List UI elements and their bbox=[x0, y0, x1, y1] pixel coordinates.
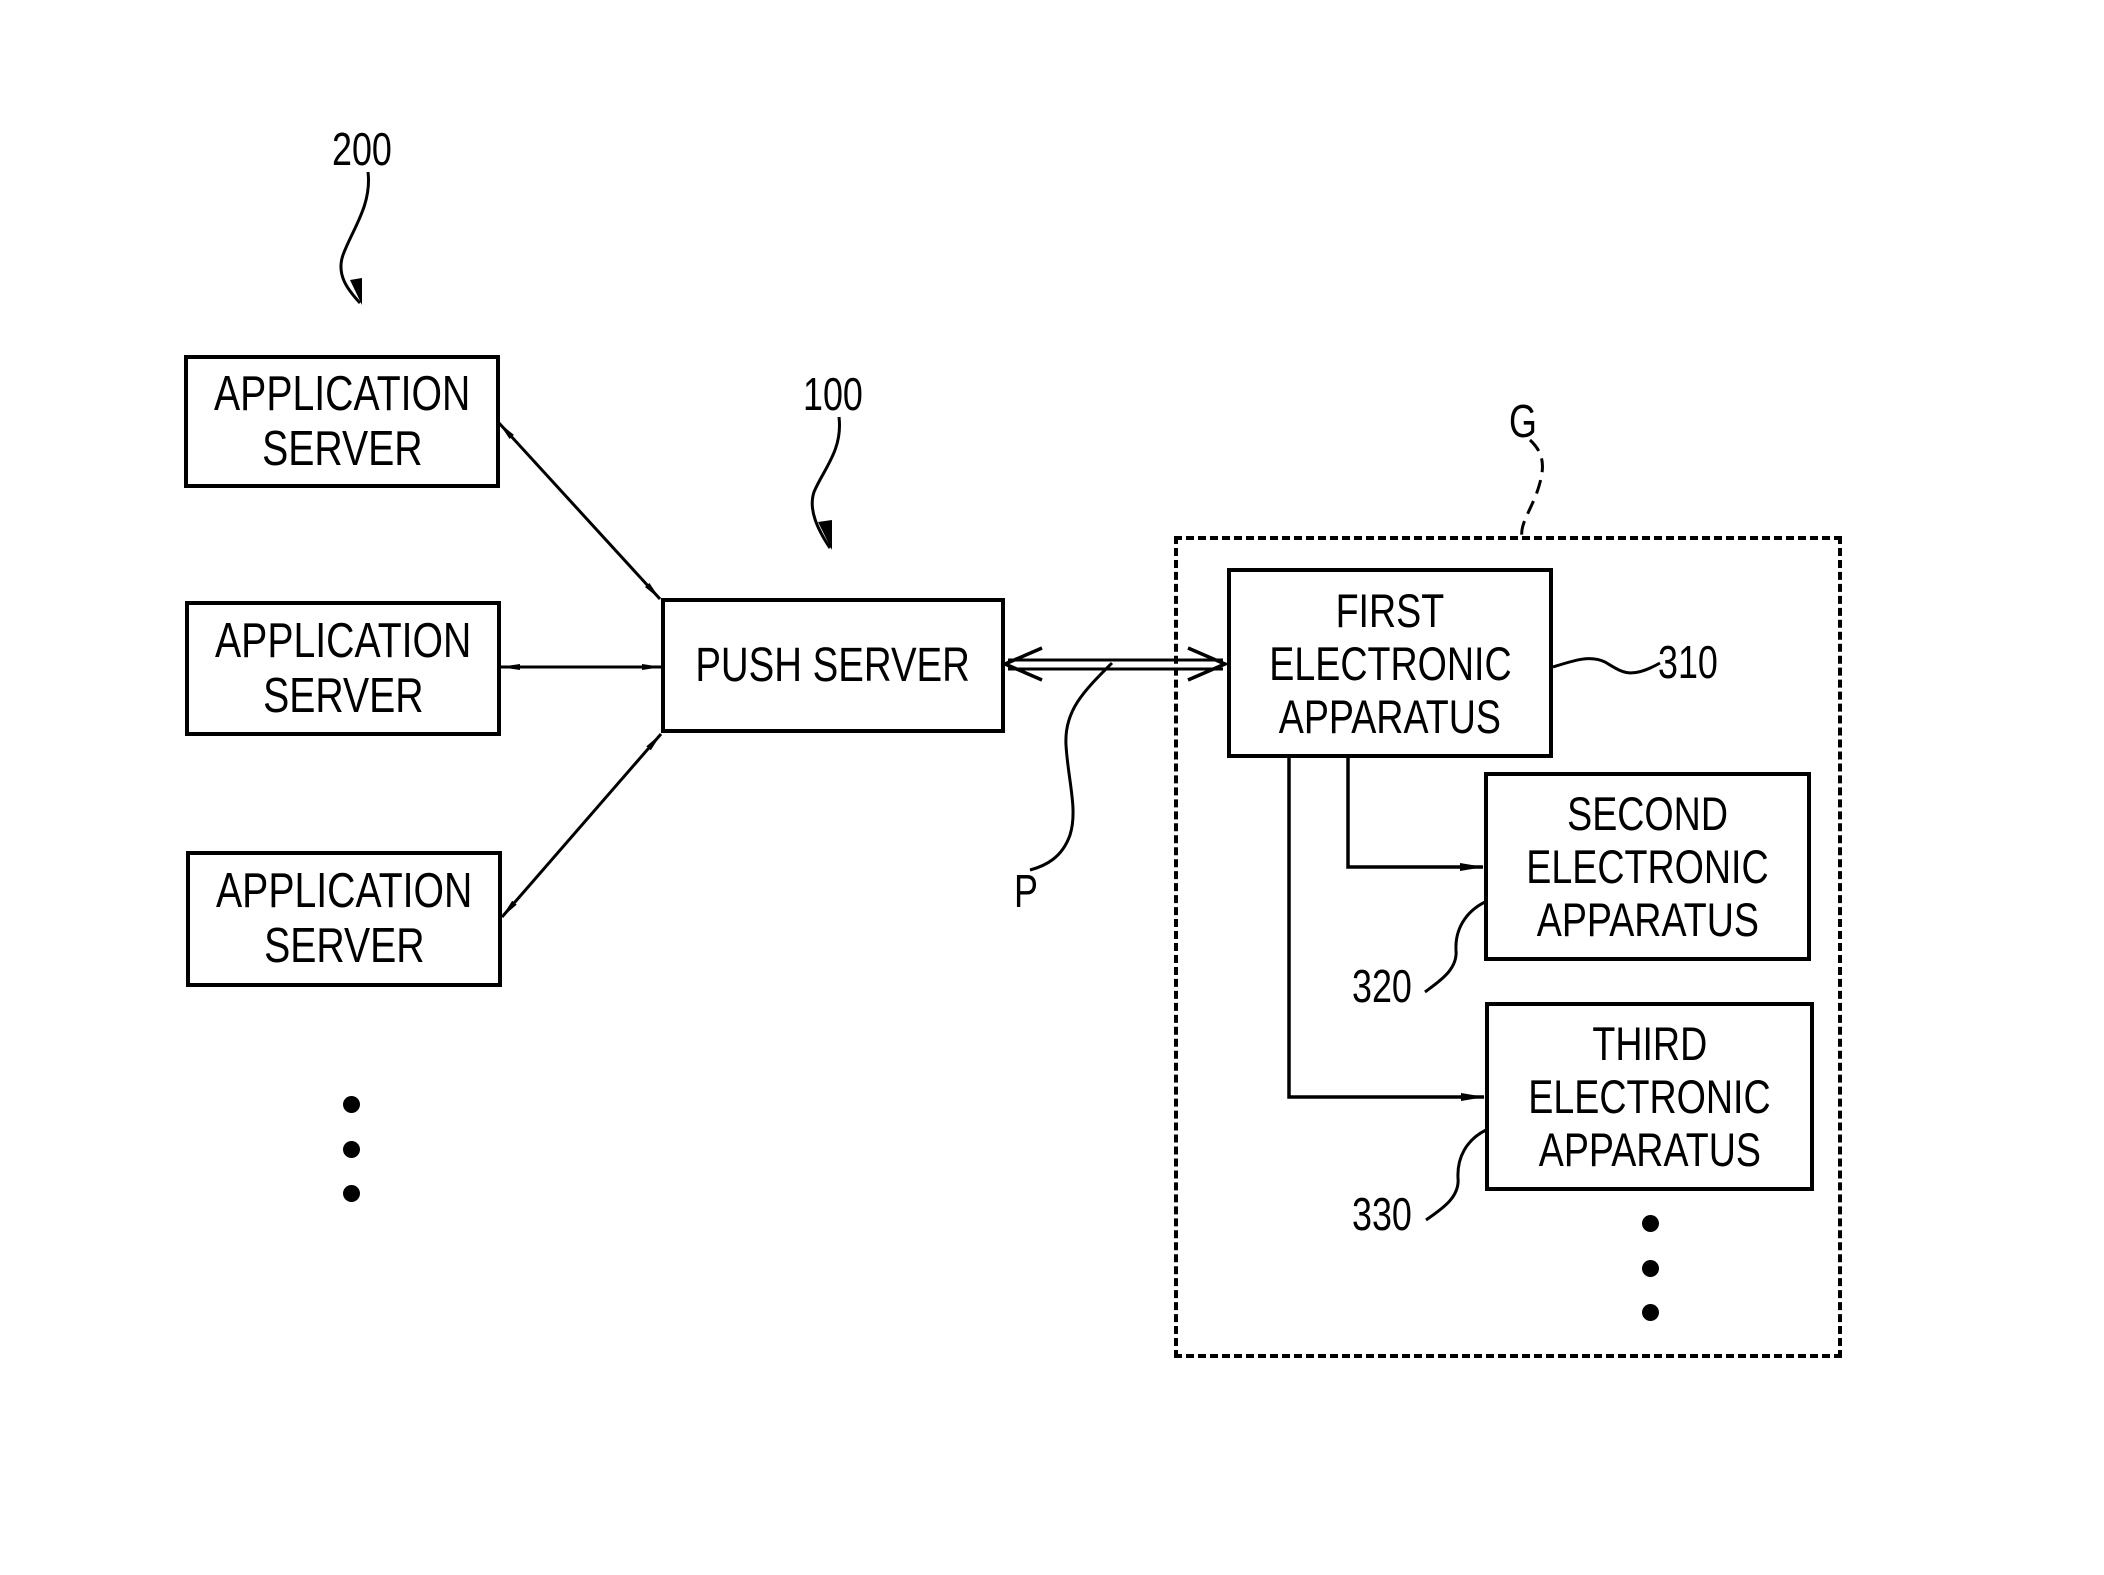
box-label-line: FIRST bbox=[1335, 583, 1445, 637]
box-label-line: APPLICATION bbox=[215, 864, 473, 918]
box-label-line: THIRD bbox=[1592, 1017, 1707, 1070]
leader-p bbox=[1029, 661, 1114, 872]
arrow-appserver1-push bbox=[497, 421, 662, 601]
application-server-2: APPLICATION SERVER bbox=[185, 601, 501, 736]
box-label-line: PUSH SERVER bbox=[695, 638, 971, 692]
first-electronic-apparatus: FIRST ELECTRONIC APPARATUS bbox=[1227, 568, 1553, 758]
box-label-line: SERVER bbox=[261, 421, 423, 476]
box-label-line: SERVER bbox=[262, 668, 424, 723]
ref-label-100: 100 bbox=[803, 368, 863, 420]
double-arrow-head-left bbox=[1000, 646, 1043, 682]
leader-100-tip bbox=[818, 520, 832, 550]
box-label-line: ELECTRONIC bbox=[1268, 636, 1512, 690]
arrow-appserver3-push bbox=[500, 733, 663, 918]
ref-label-g: G bbox=[1509, 395, 1537, 447]
box-label-line: SECOND bbox=[1567, 787, 1728, 840]
second-electronic-apparatus: SECOND ELECTRONIC APPARATUS bbox=[1484, 772, 1811, 961]
box-label-line: ELECTRONIC bbox=[1526, 840, 1769, 893]
box-label-line: ELECTRONIC bbox=[1528, 1070, 1771, 1123]
ref-label-200: 200 bbox=[332, 123, 392, 175]
box-label-line: APPARATUS bbox=[1538, 1123, 1761, 1176]
ellipsis-dot bbox=[1642, 1304, 1659, 1321]
ellipsis-dot bbox=[343, 1185, 360, 1202]
ellipsis-dot bbox=[1642, 1260, 1659, 1277]
box-label-line: APPARATUS bbox=[1536, 893, 1759, 946]
ref-label-310: 310 bbox=[1658, 636, 1718, 688]
ellipsis-dot bbox=[343, 1096, 360, 1113]
ellipsis-dot bbox=[1642, 1215, 1659, 1232]
ref-label-320: 320 bbox=[1352, 960, 1412, 1012]
box-label-line: APPLICATION bbox=[214, 613, 472, 668]
leader-g bbox=[1520, 438, 1544, 539]
ref-label-p: P bbox=[1014, 865, 1038, 917]
push-server: PUSH SERVER bbox=[661, 598, 1005, 733]
third-electronic-apparatus: THIRD ELECTRONIC APPARATUS bbox=[1485, 1002, 1814, 1191]
application-server-1: APPLICATION SERVER bbox=[184, 355, 500, 488]
box-label-line: SERVER bbox=[263, 919, 425, 973]
application-server-3: APPLICATION SERVER bbox=[186, 851, 502, 987]
box-label-line: APPLICATION bbox=[213, 366, 471, 421]
box-label-line: APPARATUS bbox=[1278, 689, 1502, 743]
ref-label-330: 330 bbox=[1352, 1188, 1412, 1240]
ellipsis-dot bbox=[343, 1141, 360, 1158]
